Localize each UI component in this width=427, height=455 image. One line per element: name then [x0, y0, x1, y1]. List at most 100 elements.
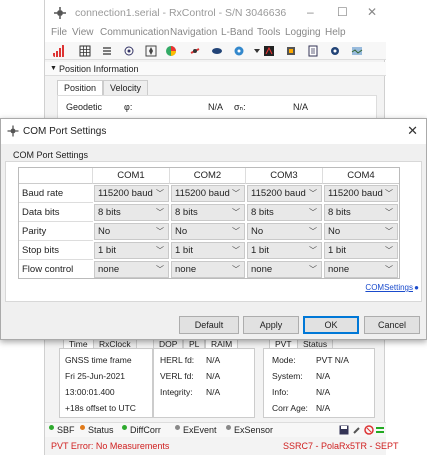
- apply-button[interactable]: Apply: [243, 316, 299, 334]
- flow-control-select[interactable]: none ﹀: [324, 261, 398, 278]
- stop-bits-select[interactable]: 1 bit ﹀: [324, 242, 398, 259]
- dialog-title: COM Port Settings: [23, 126, 107, 137]
- lband-icon[interactable]: [233, 45, 245, 57]
- pie-icon[interactable]: [165, 45, 177, 57]
- stop-bits-select[interactable]: 1 bit ﹀: [171, 242, 245, 259]
- select-value: 115200 baud: [251, 188, 306, 199]
- ok-button[interactable]: OK: [303, 316, 359, 334]
- flow-control-select[interactable]: none ﹀: [94, 261, 169, 278]
- connection-icon[interactable]: [375, 425, 385, 435]
- baud-rate-select[interactable]: 115200 baud ﹀: [171, 185, 245, 202]
- document-icon[interactable]: [307, 45, 319, 57]
- status-indicator-bar: SBF Status DiffCorr ExEvent ExSensor: [45, 422, 386, 437]
- minimize-button[interactable]: –: [307, 5, 314, 19]
- close-main-button[interactable]: ✕: [367, 5, 377, 19]
- baud-rate-select[interactable]: 115200 baud ﹀: [324, 185, 398, 202]
- chevron-down-icon: ﹀: [309, 246, 317, 255]
- chip-icon[interactable]: [285, 45, 297, 57]
- menu-help[interactable]: Help: [325, 27, 346, 38]
- status-exevent[interactable]: ExEvent: [183, 425, 217, 435]
- satellite-view-icon[interactable]: [189, 45, 201, 57]
- select-value: none: [251, 264, 273, 275]
- select-value: 115200 baud: [175, 188, 230, 199]
- menu-view[interactable]: View: [72, 27, 94, 38]
- chevron-down-icon: ﹀: [232, 246, 240, 255]
- baud-rate-select[interactable]: 115200 baud ﹀: [247, 185, 322, 202]
- settings-icon[interactable]: [329, 45, 341, 57]
- menu-lband[interactable]: L-Band: [221, 27, 253, 38]
- menu-logging[interactable]: Logging: [285, 27, 321, 38]
- menu-communication[interactable]: Communication: [100, 27, 169, 38]
- chevron-down-icon: ﹀: [385, 208, 393, 217]
- diffcorr-status-icon: [122, 425, 127, 430]
- menu-tools[interactable]: Tools: [257, 27, 280, 38]
- log-icon[interactable]: [263, 45, 275, 57]
- raim-panel: HERL fd: N/A VERL fd: N/A Integrity: N/A: [153, 348, 255, 418]
- com-settings-table: COM1 COM2 COM3 COM4 Baud rate 115200 bau…: [18, 167, 400, 279]
- chevron-down-icon: ﹀: [156, 227, 164, 236]
- com-settings-help-link[interactable]: COMSettings: [365, 283, 413, 292]
- select-value: No: [98, 226, 111, 237]
- cancel-button[interactable]: Cancel: [364, 316, 420, 334]
- verl-value: N/A: [206, 371, 221, 381]
- flow-control-select[interactable]: none ﹀: [247, 261, 322, 278]
- satellite-icon: [7, 125, 19, 137]
- default-button[interactable]: Default: [179, 316, 239, 334]
- chevron-down-icon: ﹀: [232, 189, 240, 198]
- list-icon[interactable]: [101, 45, 113, 57]
- status-panels: Time RxClock GNSS time frame Fri 25-Jun-…: [57, 338, 377, 420]
- tab-velocity[interactable]: Velocity: [103, 80, 149, 95]
- select-value: 1 bit: [175, 245, 193, 256]
- dropdown-arrow-icon[interactable]: [251, 45, 263, 57]
- pvt-error-text: PVT Error: No Measurements: [51, 441, 170, 451]
- verl-label: VERL fd:: [160, 371, 194, 381]
- time-date: Fri 25-Jun-2021: [65, 371, 126, 381]
- sigma-label: σₙ:: [234, 102, 246, 112]
- maximize-button[interactable]: ☐: [337, 5, 348, 19]
- tools-icon[interactable]: [352, 425, 362, 435]
- position-section-header[interactable]: ▼ Position Information: [45, 62, 386, 76]
- compass-icon[interactable]: [145, 45, 157, 57]
- flow-control-select[interactable]: none ﹀: [171, 261, 245, 278]
- row-label-baud-rate: Baud rate: [19, 184, 93, 203]
- status-exsensor[interactable]: ExSensor: [234, 425, 273, 435]
- status-status[interactable]: Status: [88, 425, 114, 435]
- sbf-status-icon: [49, 425, 54, 430]
- mode-value: PVT N/A: [316, 355, 349, 365]
- menu-file[interactable]: File: [51, 27, 67, 38]
- error-icon[interactable]: [364, 425, 374, 435]
- baud-rate-select[interactable]: 115200 baud ﹀: [94, 185, 169, 202]
- parity-select[interactable]: No ﹀: [171, 223, 245, 240]
- stop-bits-select[interactable]: 1 bit ﹀: [247, 242, 322, 259]
- phi-label: φ:: [124, 102, 133, 112]
- parity-select[interactable]: No ﹀: [247, 223, 322, 240]
- sky-plot-icon[interactable]: [211, 45, 223, 57]
- save-icon[interactable]: [339, 425, 349, 435]
- target-icon[interactable]: [123, 45, 135, 57]
- close-icon[interactable]: ✕: [407, 123, 418, 139]
- help-icon[interactable]: ●: [414, 283, 419, 292]
- map-icon[interactable]: [351, 45, 363, 57]
- menu-navigation[interactable]: Navigation: [170, 27, 217, 38]
- status-diffcorr[interactable]: DiffCorr: [130, 425, 161, 435]
- data-bits-select[interactable]: 8 bits ﹀: [94, 204, 169, 221]
- parity-select[interactable]: No ﹀: [324, 223, 398, 240]
- chevron-down-icon: ﹀: [309, 208, 317, 217]
- stop-bits-select[interactable]: 1 bit ﹀: [94, 242, 169, 259]
- select-value: none: [175, 264, 197, 275]
- data-bits-select[interactable]: 8 bits ﹀: [171, 204, 245, 221]
- signal-bars-icon[interactable]: [53, 45, 65, 57]
- data-bits-select[interactable]: 8 bits ﹀: [247, 204, 322, 221]
- com-settings-group: COM1 COM2 COM3 COM4 Baud rate 115200 bau…: [5, 161, 422, 302]
- tab-position[interactable]: Position: [57, 80, 104, 95]
- chevron-down-icon: ﹀: [385, 227, 393, 236]
- geodetic-label: Geodetic: [66, 102, 103, 112]
- data-bits-select[interactable]: 8 bits ﹀: [324, 204, 398, 221]
- chevron-down-icon: ﹀: [156, 246, 164, 255]
- parity-select[interactable]: No ﹀: [94, 223, 169, 240]
- collapse-arrow-icon[interactable]: ▼: [50, 65, 57, 72]
- row-label-flow-control: Flow control: [22, 264, 74, 275]
- grid-icon[interactable]: [79, 45, 91, 57]
- column-header: COM2: [170, 168, 246, 184]
- status-sbf[interactable]: SBF: [57, 425, 75, 435]
